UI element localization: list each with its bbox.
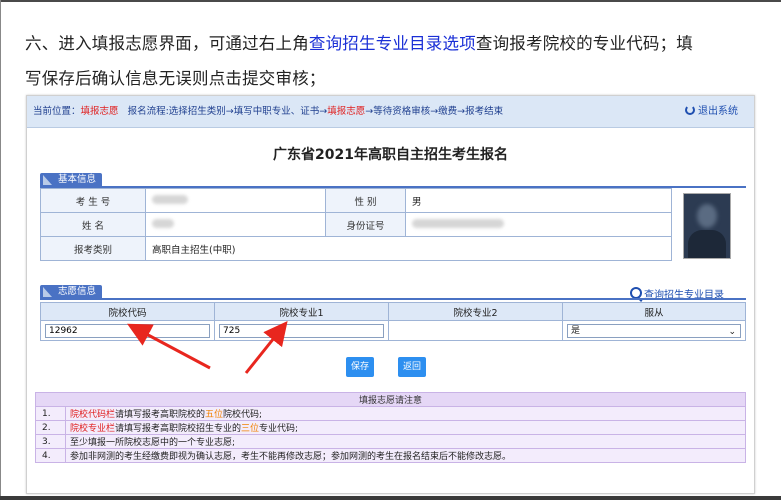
arrow-to-school-code (127, 323, 211, 370)
arrow-to-major-1 (244, 320, 288, 374)
frame-bottom-border (0, 496, 781, 500)
annotation-arrows (127, 320, 288, 374)
